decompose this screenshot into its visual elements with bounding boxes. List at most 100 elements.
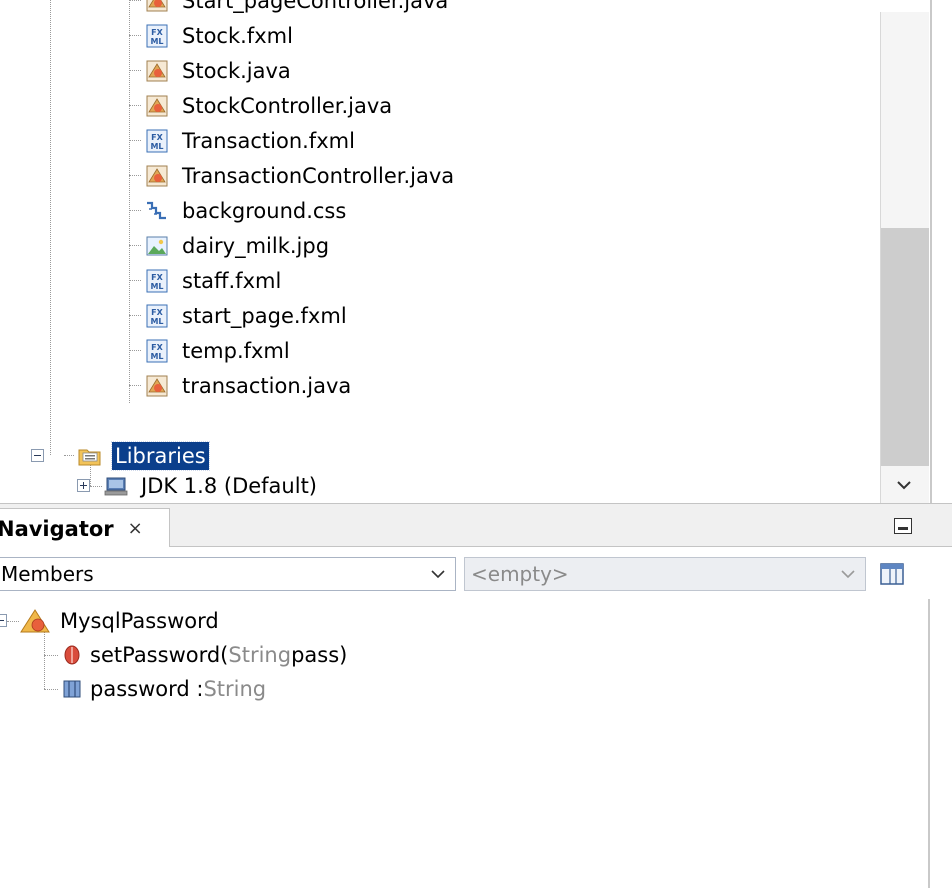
file-name: background.css — [182, 198, 347, 223]
tree-node-file[interactable]: transaction.java — [145, 368, 354, 403]
tree-node-method[interactable]: setPassword(String pass) — [62, 637, 347, 673]
field-name: password : — [90, 677, 204, 701]
fxml-file-icon: FXML — [146, 339, 168, 362]
file-name: staff.fxml — [182, 268, 282, 293]
tree-branch-line — [129, 35, 141, 36]
collapse-libraries-toggle[interactable] — [31, 449, 44, 462]
fxml-file-icon: FXML — [146, 129, 168, 152]
tree-branch-line — [129, 70, 141, 71]
method-name: setPassword( — [90, 643, 229, 667]
project-tree: Start_pageController.java FX ML Stock.fxml S… — [0, 0, 880, 503]
tree-branch-line — [90, 486, 102, 487]
tree-node-file[interactable]: FX ML staff.fxml — [145, 263, 284, 298]
java-class-icon — [146, 375, 168, 396]
tree-branch-line — [129, 385, 141, 386]
java-class-icon — [146, 165, 168, 186]
chevron-down-icon — [431, 570, 445, 579]
java-class-icon — [146, 0, 168, 11]
scrollbar-thumb[interactable] — [881, 228, 929, 466]
file-name: dairy_milk.jpg — [182, 233, 330, 258]
chevron-down-icon — [841, 570, 855, 579]
file-name: Transaction.fxml — [182, 128, 355, 153]
tab-navigator[interactable]: Navigator × — [0, 508, 170, 548]
navigator-panel: Navigator × Members <empty> MysqlPasswor… — [0, 503, 952, 888]
tree-node-file[interactable]: dairy_milk.jpg — [145, 228, 332, 263]
svg-text:FX: FX — [151, 133, 163, 142]
class-icon — [20, 609, 50, 633]
navigator-tree: MysqlPassword setPassword(String pass) p… — [0, 599, 930, 888]
close-icon[interactable]: × — [128, 518, 143, 539]
svg-text:ML: ML — [150, 37, 163, 46]
navigator-title: Navigator — [0, 516, 114, 541]
tree-node-file[interactable]: FX ML start_page.fxml — [145, 298, 350, 333]
tree-node-file[interactable]: TransactionController.java — [145, 158, 457, 193]
tree-branch-line — [44, 689, 58, 690]
svg-text:FX: FX — [151, 273, 163, 282]
svg-text:FX: FX — [151, 28, 163, 37]
file-name: Stock.java — [182, 58, 291, 83]
tree-branch-line — [129, 175, 141, 176]
tree-branch-line — [129, 315, 141, 316]
file-name: transaction.java — [182, 373, 352, 398]
fxml-file-icon: FXML — [146, 304, 168, 327]
svg-text:ML: ML — [150, 352, 163, 361]
empty-dropdown[interactable]: <empty> — [464, 557, 866, 591]
collapse-class-toggle[interactable] — [0, 614, 7, 627]
svg-text:ML: ML — [150, 142, 163, 151]
navigator-options-button[interactable] — [872, 557, 912, 591]
project-scrollbar[interactable] — [880, 12, 929, 503]
window-edge — [928, 599, 952, 888]
tree-branch-line — [129, 245, 141, 246]
svg-text:FX: FX — [151, 343, 163, 352]
file-name: temp.fxml — [182, 338, 290, 363]
tree-branch-line — [129, 0, 141, 1]
filter-panel-icon — [880, 563, 904, 585]
libraries-folder-icon — [78, 449, 101, 465]
tree-guide-line — [50, 0, 51, 455]
css-file-icon — [147, 201, 166, 219]
scroll-down-button[interactable] — [891, 472, 917, 498]
tree-node-file[interactable]: FX ML Transaction.fxml — [145, 123, 358, 158]
tree-node-class[interactable]: MysqlPassword — [20, 603, 219, 639]
tree-node-file[interactable]: background.css — [145, 193, 349, 228]
tree-node-jdk[interactable]: JDK 1.8 (Default) — [104, 468, 320, 503]
image-file-icon — [146, 236, 168, 255]
fxml-file-icon: FXML — [146, 269, 168, 292]
chevron-down-icon — [897, 481, 911, 490]
tree-node-file[interactable]: FX ML Stock.fxml — [145, 18, 296, 53]
tree-node-file[interactable]: Start_pageController.java — [145, 0, 451, 18]
class-name: MysqlPassword — [60, 609, 219, 633]
jdk-label: JDK 1.8 (Default) — [141, 473, 317, 498]
tree-branch-line — [129, 210, 141, 211]
tree-branch-line — [7, 621, 19, 622]
svg-text:ML: ML — [150, 282, 163, 291]
tree-branch-line — [44, 655, 58, 656]
projects-pane: Start_pageController.java FX ML Stock.fxml S… — [0, 0, 952, 503]
java-class-icon — [146, 60, 168, 81]
members-dropdown[interactable]: Members — [0, 557, 456, 591]
fxml-file-icon: FXML — [146, 24, 168, 47]
tree-node-field[interactable]: password : String — [62, 671, 266, 707]
method-param-type: String — [228, 643, 292, 667]
window-edge — [930, 0, 952, 503]
file-name: Start_pageController.java — [182, 0, 449, 13]
svg-text:ML: ML — [150, 317, 163, 326]
tree-branch-line — [64, 455, 74, 456]
tree-branch-line — [129, 140, 141, 141]
navigator-toolbar: Members <empty> — [0, 547, 952, 599]
svg-text:FX: FX — [151, 308, 163, 317]
field-type: String — [203, 677, 267, 701]
libraries-label: Libraries — [111, 440, 210, 471]
java-class-icon — [146, 95, 168, 116]
tree-node-file[interactable]: FX ML temp.fxml — [145, 333, 293, 368]
minimize-window-button[interactable] — [894, 518, 912, 534]
method-param-rest: pass) — [291, 643, 348, 667]
empty-dropdown-value: <empty> — [471, 562, 569, 586]
tree-node-file[interactable]: StockController.java — [145, 88, 395, 123]
file-name: StockController.java — [182, 93, 393, 118]
tree-guide-line — [129, 0, 130, 403]
expand-jdk-toggle[interactable] — [77, 479, 90, 492]
tree-branch-line — [129, 280, 141, 281]
tree-node-file[interactable]: Stock.java — [145, 53, 294, 88]
method-icon — [64, 645, 80, 665]
